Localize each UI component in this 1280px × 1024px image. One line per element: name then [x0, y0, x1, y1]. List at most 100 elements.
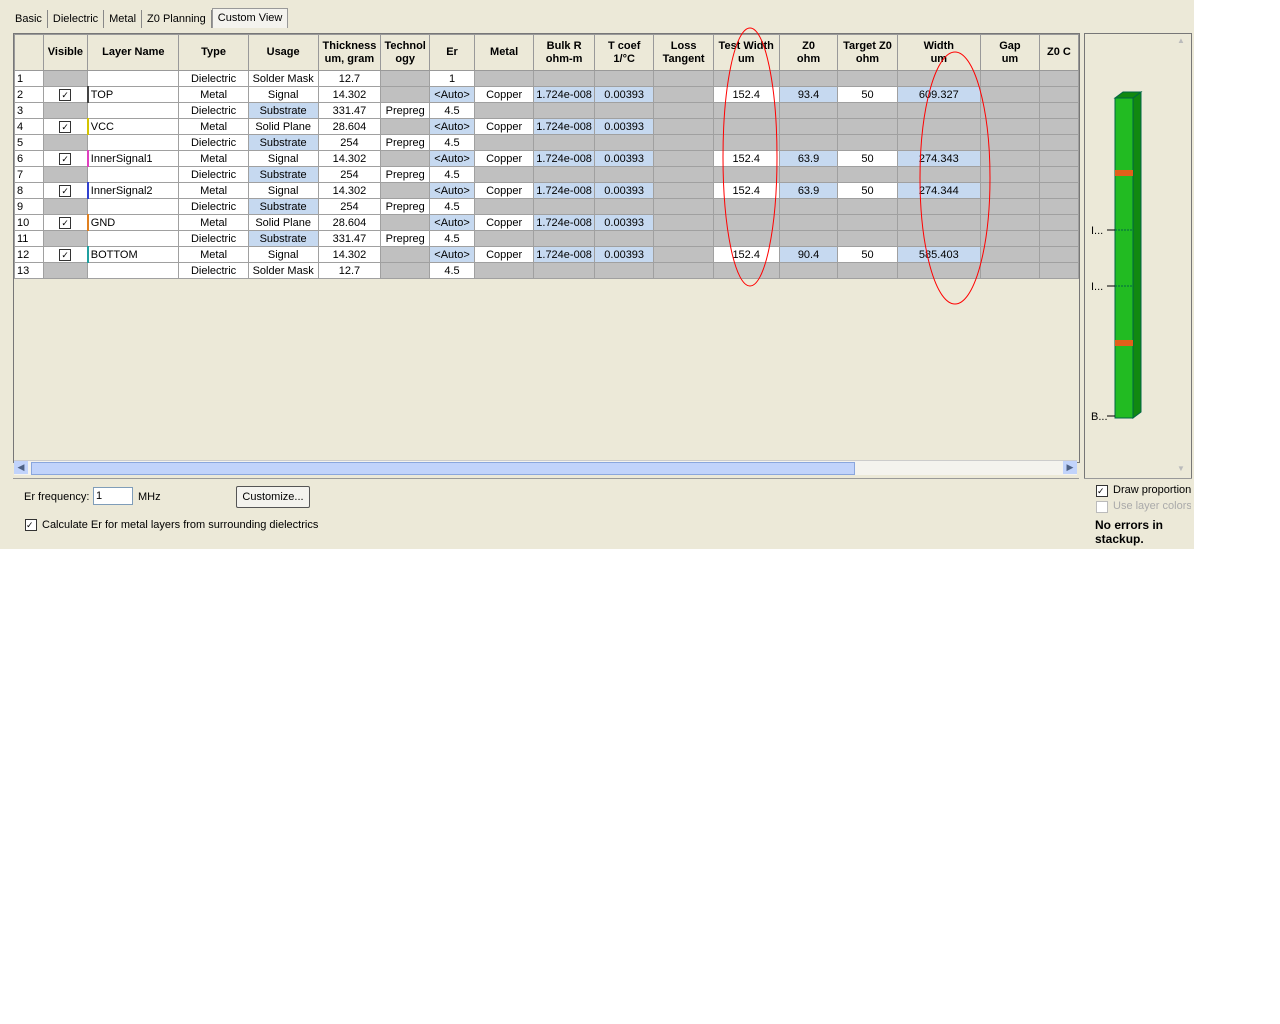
table-cell[interactable] [837, 70, 898, 87]
table-cell[interactable] [593, 262, 655, 279]
table-cell[interactable] [1038, 118, 1079, 135]
table-cell[interactable] [1038, 214, 1079, 231]
table-cell[interactable]: Substrate [247, 102, 319, 119]
table-cell[interactable]: Solid Plane [247, 118, 319, 135]
table-cell[interactable]: 4.5 [429, 262, 475, 279]
table-cell[interactable]: 1 [429, 70, 475, 87]
table-cell[interactable]: Solder Mask [247, 262, 319, 279]
column-header[interactable]: Type [178, 34, 249, 71]
tab-basic[interactable]: Basic [10, 10, 48, 28]
table-cell[interactable] [712, 118, 780, 135]
table-cell[interactable]: 28.604 [317, 118, 382, 135]
table-cell[interactable]: TOP [86, 86, 180, 103]
table-cell[interactable] [653, 230, 714, 247]
table-cell[interactable]: 12.7 [317, 70, 382, 87]
table-cell[interactable] [980, 182, 1040, 199]
table-cell[interactable]: 4.5 [429, 166, 475, 183]
table-cell[interactable] [87, 166, 180, 183]
table-cell[interactable] [593, 102, 655, 119]
column-header[interactable]: Z0 ohm [778, 34, 839, 71]
table-cell[interactable]: 14.302 [317, 246, 382, 263]
table-cell[interactable] [1038, 230, 1079, 247]
table-cell[interactable] [778, 214, 839, 231]
table-cell[interactable] [1038, 134, 1079, 151]
table-cell[interactable] [1038, 102, 1079, 119]
table-cell[interactable] [837, 102, 898, 119]
table-cell[interactable]: VCC [86, 118, 180, 135]
checkbox-icon[interactable]: ✓ [59, 248, 72, 261]
table-cell[interactable] [980, 102, 1040, 119]
table-cell[interactable]: Solder Mask [247, 70, 319, 87]
checkbox-icon[interactable]: ✓ [59, 152, 72, 165]
scroll-thumb[interactable] [31, 462, 855, 475]
column-header[interactable]: Visible [42, 34, 89, 71]
table-cell[interactable] [712, 214, 780, 231]
table-cell[interactable] [42, 134, 89, 151]
column-header[interactable]: Thickness um, gram [317, 34, 382, 71]
table-cell[interactable]: 254 [317, 166, 382, 183]
table-cell[interactable] [533, 166, 595, 183]
table-cell[interactable] [653, 70, 714, 87]
table-cell[interactable]: 1.724e-008 [533, 150, 595, 167]
table-cell[interactable] [837, 118, 898, 135]
use-layer-colors-checkbox[interactable] [1096, 501, 1108, 513]
table-cell[interactable]: 274.344 [896, 182, 982, 199]
table-cell[interactable] [896, 70, 982, 87]
column-header[interactable]: T coef 1/°C [593, 34, 655, 71]
table-cell[interactable] [837, 214, 898, 231]
column-header[interactable]: Gap um [980, 34, 1040, 71]
table-cell[interactable]: Metal [178, 118, 249, 135]
table-cell[interactable] [593, 230, 655, 247]
table-cell[interactable] [653, 198, 714, 215]
table-cell[interactable] [778, 262, 839, 279]
table-cell[interactable] [473, 134, 535, 151]
table-cell[interactable]: 28.604 [317, 214, 382, 231]
table-cell[interactable] [653, 150, 714, 167]
column-header[interactable]: Er [429, 34, 475, 71]
table-cell[interactable]: Copper [473, 86, 535, 103]
table-cell[interactable]: Prepreg [380, 198, 431, 215]
table-cell[interactable]: InnerSignal2 [86, 182, 180, 199]
table-cell[interactable] [980, 214, 1040, 231]
table-cell[interactable] [533, 230, 595, 247]
table-cell[interactable]: 63.9 [778, 182, 839, 199]
table-cell[interactable] [896, 102, 982, 119]
table-cell[interactable]: 14.302 [317, 150, 382, 167]
table-cell[interactable] [778, 102, 839, 119]
table-cell[interactable] [980, 150, 1040, 167]
table-cell[interactable] [653, 246, 714, 263]
tab-metal[interactable]: Metal [104, 10, 143, 28]
table-cell[interactable] [473, 70, 535, 87]
calculate-er-checkbox[interactable]: ✓ [25, 519, 37, 531]
table-cell[interactable] [1038, 198, 1079, 215]
scroll-up-icon[interactable]: ▲ [1177, 36, 1189, 48]
visible-checkbox[interactable]: ✓ [42, 150, 89, 167]
table-cell[interactable]: <Auto> [429, 214, 475, 231]
table-cell[interactable]: 1.724e-008 [533, 246, 595, 263]
tab-dielectric[interactable]: Dielectric [48, 10, 105, 28]
table-cell[interactable] [380, 262, 431, 279]
table-cell[interactable] [980, 118, 1040, 135]
table-cell[interactable] [42, 166, 89, 183]
table-cell[interactable]: BOTTOM [86, 246, 180, 263]
table-cell[interactable]: 1.724e-008 [533, 86, 595, 103]
table-cell[interactable] [837, 262, 898, 279]
table-cell[interactable] [896, 198, 982, 215]
table-cell[interactable] [87, 70, 180, 87]
table-cell[interactable] [896, 166, 982, 183]
table-cell[interactable]: Copper [473, 214, 535, 231]
table-cell[interactable]: Signal [247, 86, 319, 103]
table-cell[interactable] [87, 262, 180, 279]
scroll-left-icon[interactable]: ◀ [14, 461, 28, 474]
table-cell[interactable] [778, 230, 839, 247]
table-cell[interactable]: 331.47 [317, 102, 382, 119]
table-cell[interactable] [712, 230, 780, 247]
table-cell[interactable]: <Auto> [429, 246, 475, 263]
table-cell[interactable] [778, 166, 839, 183]
table-cell[interactable] [653, 182, 714, 199]
column-header[interactable]: Bulk R ohm-m [533, 34, 595, 71]
table-cell[interactable] [42, 262, 89, 279]
table-cell[interactable] [473, 198, 535, 215]
table-cell[interactable]: Prepreg [380, 230, 431, 247]
table-cell[interactable] [980, 86, 1040, 103]
